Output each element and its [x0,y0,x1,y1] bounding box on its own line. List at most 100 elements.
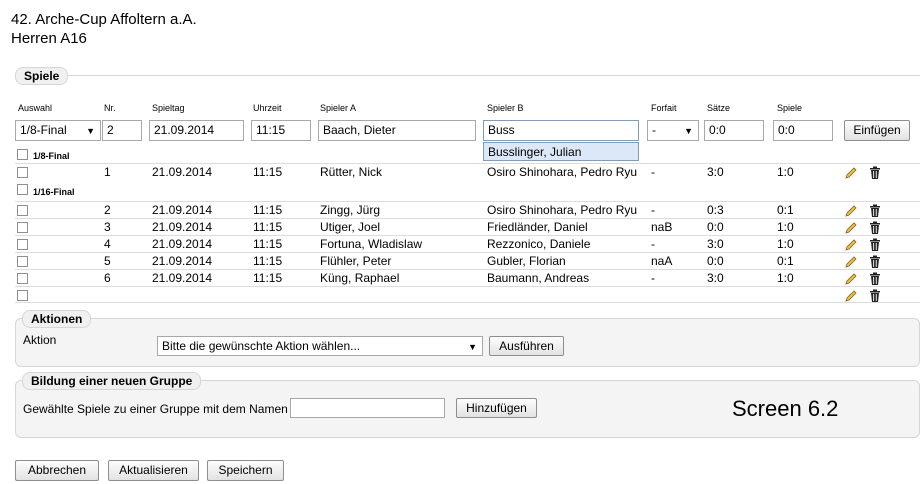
col-spiele: Spiele [777,103,803,113]
group-checkbox[interactable] [17,149,28,160]
cell-spieler-b: Friedländer, Daniel [487,220,588,234]
table-row: 1 21.09.2014 11:15 Rütter, Nick Osiro Sh… [15,163,920,180]
row-checkbox[interactable] [17,290,28,301]
aktionen-legend: Aktionen [22,310,92,328]
saetze-input[interactable]: 0:0 [704,120,764,141]
cell-forfait: - [651,237,655,251]
row-checkbox[interactable] [17,205,28,216]
pencil-icon[interactable] [844,255,858,269]
cell-spieler-b: Rezzonico, Daniele [487,237,591,251]
tournament-name: 42. Arche-Cup Affoltern a.A. [11,11,197,28]
pencil-icon[interactable] [844,166,858,180]
cell-spieler-a: Rütter, Nick [320,165,383,179]
pencil-icon[interactable] [844,204,858,218]
cell-spieltag: 21.09.2014 [152,271,213,285]
col-uhrzeit: Uhrzeit [253,103,282,113]
autocomplete-suggestion[interactable]: Busslinger, Julian [483,142,639,161]
row-checkbox[interactable] [17,256,28,267]
screen-label: Screen 6.2 [732,396,839,421]
pencil-icon[interactable] [844,238,858,252]
forfait-value: - [652,123,656,137]
cell-saetze: 3:0 [707,237,724,251]
spieler-b-input[interactable]: Buss [483,120,639,141]
trash-icon[interactable] [869,221,881,235]
table-row [15,286,920,303]
cell-spieler-a: Zingg, Jürg [320,203,381,217]
cell-nr: 6 [104,271,111,285]
row-checkbox[interactable] [17,222,28,233]
abbrechen-button[interactable]: Abbrechen [15,460,99,481]
aktion-label: Aktion [23,333,57,347]
pencil-icon[interactable] [844,272,858,286]
spieltag-input[interactable]: 21.09.2014 [149,120,244,141]
col-spieltag: Spieltag [152,103,185,113]
nr-input[interactable]: 2 [102,120,142,141]
cell-spiele: 1:0 [777,165,794,179]
cell-uhrzeit: 11:15 [253,220,283,234]
speichern-button[interactable]: Speichern [207,460,284,481]
row-checkbox[interactable] [17,167,28,178]
spieler-a-input[interactable]: Baach, Dieter [318,120,476,141]
table-row: 6 21.09.2014 11:15 Küng, Raphael Baumann… [15,269,920,286]
cell-spiele: 0:1 [777,254,794,268]
cell-spiele: 0:1 [777,203,794,217]
cell-nr: 4 [104,237,111,251]
aktualisieren-button[interactable]: Aktualisieren [108,460,199,481]
trash-icon[interactable] [869,166,881,180]
trash-icon[interactable] [869,255,881,269]
cell-spieltag: 21.09.2014 [152,254,213,268]
cell-saetze: 0:3 [707,203,724,217]
cell-uhrzeit: 11:15 [253,165,283,179]
aktion-select[interactable]: Bitte die gewünschte Aktion wählen... ▼ [157,336,483,356]
col-auswahl: Auswahl [18,103,53,113]
ausfuehren-button[interactable]: Ausführen [489,336,564,356]
cell-spieler-a: Utiger, Joel [320,220,381,234]
cell-spiele: 1:0 [777,237,794,251]
aktion-select-value: Bitte die gewünschte Aktion wählen... [162,339,361,353]
cell-nr: 2 [104,203,111,217]
row-checkbox[interactable] [17,273,28,284]
chevron-down-icon: ▼ [86,126,95,136]
cell-uhrzeit: 11:15 [253,237,283,251]
cell-saetze: 0:0 [707,254,724,268]
cell-spieler-a: Fortuna, Wladislaw [320,237,423,251]
spiele-legend: Spiele [15,67,69,85]
group-label: 1/8-Final [33,151,70,161]
cell-uhrzeit: 11:15 [253,271,283,285]
gruppe-name-input[interactable] [290,398,445,418]
trash-icon[interactable] [869,204,881,218]
pencil-icon[interactable] [844,221,858,235]
auswahl-value: 1/8-Final [20,123,67,137]
group-checkbox[interactable] [17,184,28,195]
uhrzeit-input[interactable]: 11:15 [251,120,311,141]
cell-forfait: naB [651,220,673,234]
cell-spieltag: 21.09.2014 [152,220,213,234]
trash-icon[interactable] [869,238,881,252]
auswahl-select[interactable]: 1/8-Final ▼ [15,120,101,141]
chevron-down-icon: ▼ [684,126,693,136]
forfait-select[interactable]: - ▼ [647,120,699,141]
cell-saetze: 3:0 [707,271,724,285]
pencil-icon[interactable] [844,289,858,303]
spiele-divider [15,75,920,76]
cell-spieler-b: Gubler, Florian [487,254,566,268]
cell-nr: 3 [104,220,111,234]
cell-forfait: - [651,271,655,285]
trash-icon[interactable] [869,289,881,303]
col-forfait: Forfait [651,103,677,113]
einfuegen-button[interactable]: Einfügen [844,120,910,141]
table-row: 4 21.09.2014 11:15 Fortuna, Wladislaw Re… [15,235,920,252]
chevron-down-icon: ▼ [468,342,477,352]
row-checkbox[interactable] [17,239,28,250]
cell-spieler-a: Flühler, Peter [320,254,392,268]
cell-spieltag: 21.09.2014 [152,165,213,179]
col-nr: Nr. [104,103,116,113]
trash-icon[interactable] [869,272,881,286]
spiele-input[interactable]: 0:0 [773,120,833,141]
cell-spiele: 1:0 [777,220,794,234]
cell-spieler-a: Küng, Raphael [320,271,400,285]
cell-nr: 5 [104,254,111,268]
table-row: 2 21.09.2014 11:15 Zingg, Jürg Osiro Shi… [15,201,920,218]
col-saetze: Sätze [707,103,731,113]
hinzufuegen-button[interactable]: Hinzufügen [456,398,537,418]
